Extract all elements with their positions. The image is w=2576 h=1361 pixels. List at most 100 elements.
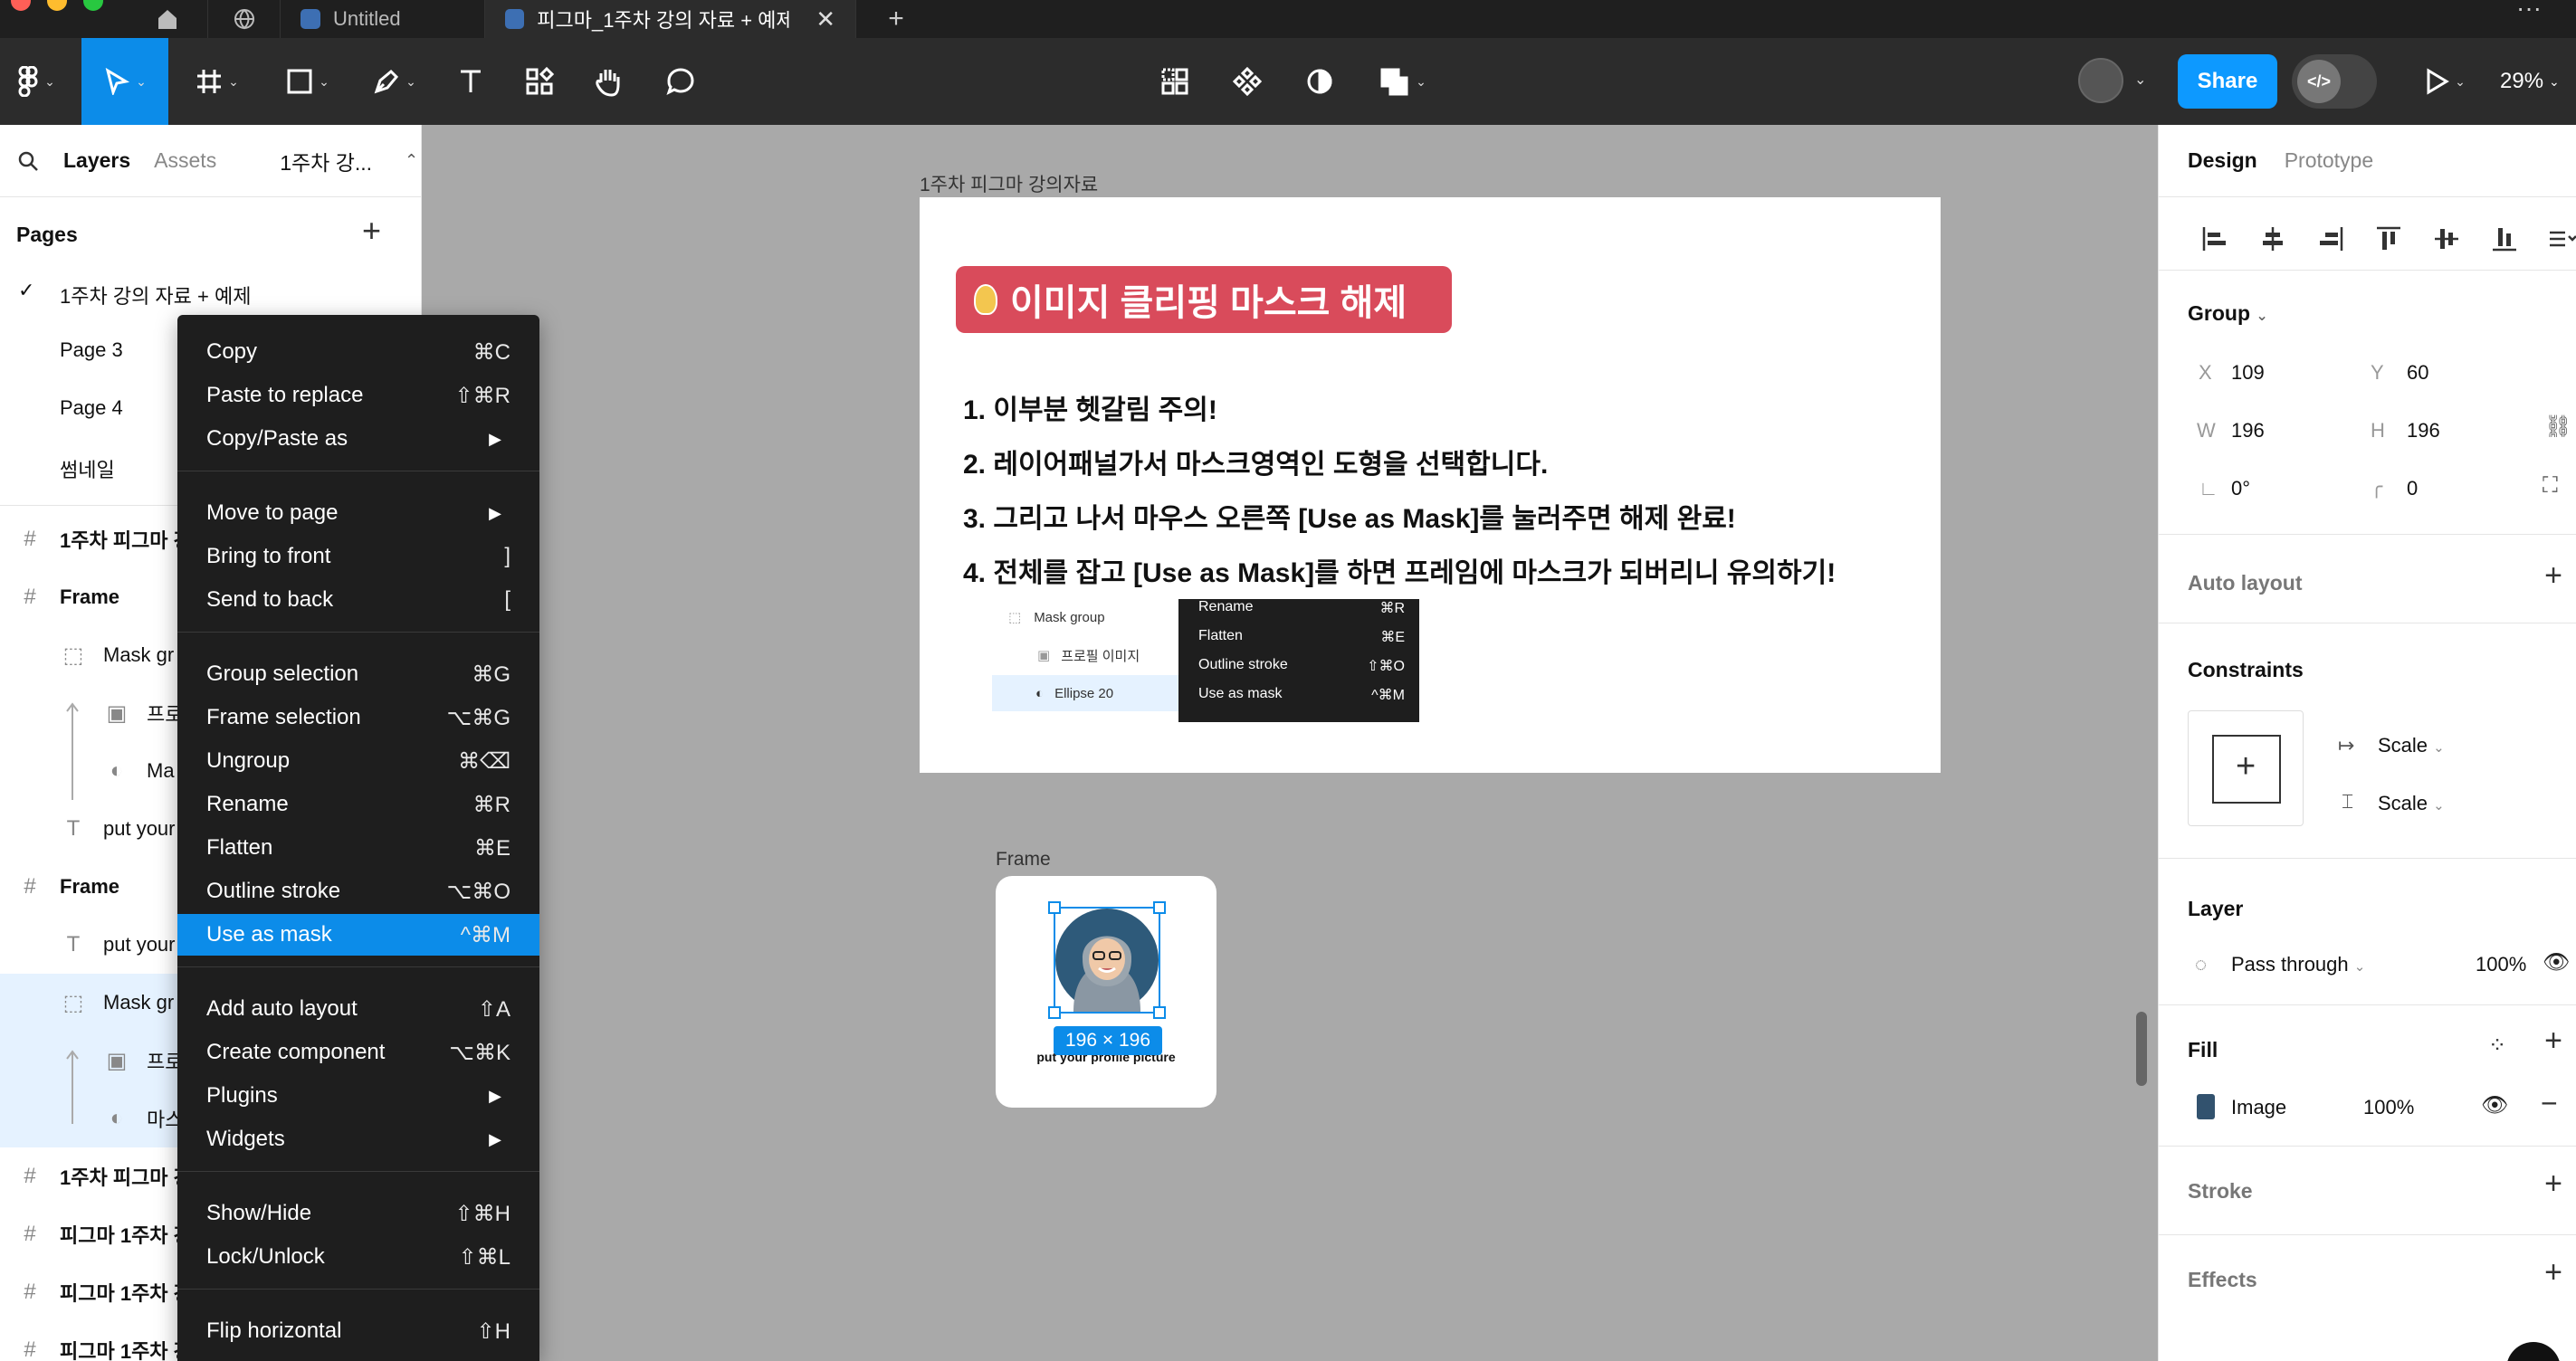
- new-tab-button[interactable]: +: [869, 0, 923, 38]
- comment-tool-button[interactable]: [654, 38, 708, 125]
- community-tab[interactable]: [208, 0, 281, 38]
- menu-item-send-to-back[interactable]: Send to back [: [177, 579, 539, 621]
- align-middle-v-icon[interactable]: [2418, 212, 2476, 266]
- shape-tool-button[interactable]: ⌄: [272, 38, 344, 125]
- menu-item-rename[interactable]: Rename ⌘R: [177, 784, 539, 825]
- main-menu-button[interactable]: ⌄: [9, 38, 63, 125]
- fill-visibility-eye-icon[interactable]: 👁: [2481, 1092, 2508, 1118]
- y-input[interactable]: 60: [2407, 361, 2428, 385]
- menu-item-move-to-page[interactable]: Move to page ▶: [177, 492, 539, 534]
- visibility-eye-icon[interactable]: 👁: [2543, 949, 2570, 976]
- page-item[interactable]: 썸네일: [60, 454, 115, 483]
- hand-tool-button[interactable]: [581, 38, 635, 125]
- menu-item-flip-horizontal[interactable]: Flip horizontal ⇧H: [177, 1310, 539, 1352]
- text-tool-button[interactable]: [444, 38, 498, 125]
- more-options-icon[interactable]: ···: [2516, 0, 2542, 21]
- horizontal-constraint-select[interactable]: Scale ⌄: [2378, 734, 2445, 757]
- resize-handle[interactable]: [1048, 901, 1061, 914]
- dev-mode-toggle[interactable]: </>: [2292, 54, 2377, 109]
- mask-button[interactable]: [1294, 38, 1345, 125]
- resize-handle[interactable]: [1153, 901, 1166, 914]
- menu-item-copy[interactable]: Copy ⌘C: [177, 331, 539, 373]
- resize-handle[interactable]: [1048, 1006, 1061, 1019]
- fill-image-swatch[interactable]: [2197, 1094, 2215, 1119]
- menu-item-show-hide[interactable]: Show/Hide ⇧⌘H: [177, 1193, 539, 1234]
- menu-item-bring-to-front[interactable]: Bring to front]: [177, 536, 539, 577]
- menu-item-outline-stroke[interactable]: Outline stroke ⌥⌘O: [177, 871, 539, 912]
- add-effect-icon[interactable]: +: [2544, 1255, 2562, 1290]
- resources-button[interactable]: [512, 38, 567, 125]
- tab-design[interactable]: Design: [2188, 148, 2257, 173]
- tab-layers[interactable]: Layers: [63, 148, 130, 173]
- menu-item-plugins[interactable]: Plugins ▶: [177, 1075, 539, 1117]
- fill-type[interactable]: Image: [2231, 1096, 2286, 1119]
- w-input[interactable]: 196: [2231, 419, 2265, 443]
- close-tab-icon[interactable]: ✕: [816, 5, 835, 33]
- align-center-h-icon[interactable]: [2244, 212, 2302, 266]
- distribute-icon[interactable]: [2533, 212, 2576, 266]
- home-tab[interactable]: [127, 0, 208, 38]
- menu-item-widgets[interactable]: Widgets ▶: [177, 1118, 539, 1160]
- tab-prototype[interactable]: Prototype: [2285, 148, 2373, 173]
- search-icon[interactable]: [16, 149, 40, 173]
- align-right-icon[interactable]: [2302, 212, 2360, 266]
- tab-assets[interactable]: Assets: [154, 148, 216, 173]
- canvas-scrollbar[interactable]: [2136, 1012, 2147, 1086]
- component-set-button[interactable]: [1150, 38, 1200, 125]
- page-item-current[interactable]: 1주차 강의 자료 + 예제: [60, 281, 251, 309]
- close-window-button[interactable]: [11, 0, 31, 11]
- frame-tool-button[interactable]: ⌄: [181, 38, 253, 125]
- menu-item-lock-unlock[interactable]: Lock/Unlock ⇧⌘L: [177, 1236, 539, 1278]
- move-tool-button[interactable]: ⌄: [81, 38, 168, 125]
- styles-grid-icon[interactable]: ⁘: [2488, 1033, 2506, 1059]
- remove-fill-icon[interactable]: −: [2541, 1087, 2558, 1120]
- menu-item-paste-to-replace[interactable]: Paste to replace ⇧⌘R: [177, 375, 539, 416]
- create-component-button[interactable]: [1222, 38, 1273, 125]
- maximize-window-button[interactable]: [83, 0, 103, 11]
- file-tab-untitled[interactable]: Untitled: [281, 0, 485, 38]
- rotation-input[interactable]: 0°: [2231, 477, 2250, 500]
- align-bottom-icon[interactable]: [2476, 212, 2533, 266]
- add-stroke-icon[interactable]: +: [2544, 1166, 2562, 1202]
- page-selector[interactable]: 1주차 강...: [280, 146, 372, 176]
- file-tab-active[interactable]: 피그마_1주차 강의 자료 + 예제 ✕: [485, 0, 856, 38]
- vertical-constraint-select[interactable]: Scale ⌄: [2378, 792, 2445, 815]
- align-left-icon[interactable]: [2186, 212, 2244, 266]
- layer-opacity-input[interactable]: 100%: [2476, 953, 2526, 976]
- chevron-up-icon[interactable]: ⌃: [405, 151, 418, 170]
- boolean-ops-button[interactable]: ⌄: [1367, 38, 1439, 125]
- minimize-window-button[interactable]: [47, 0, 67, 11]
- resize-handle[interactable]: [1153, 1006, 1166, 1019]
- zoom-level[interactable]: 29% ⌄: [2500, 38, 2560, 125]
- pen-tool-button[interactable]: ⌄: [358, 38, 431, 125]
- x-input[interactable]: 109: [2231, 361, 2265, 385]
- menu-item-add-auto-layout[interactable]: Add auto layout ⇧A: [177, 988, 539, 1030]
- add-page-icon[interactable]: +: [362, 212, 381, 250]
- menu-item-flatten[interactable]: Flatten ⌘E: [177, 827, 539, 869]
- menu-item-frame-selection[interactable]: Frame selection ⌥⌘G: [177, 697, 539, 738]
- menu-item-ungroup[interactable]: Ungroup ⌘⌫: [177, 740, 539, 782]
- group-title[interactable]: Group ⌄: [2188, 301, 2268, 326]
- align-top-icon[interactable]: [2360, 212, 2418, 266]
- add-auto-layout-icon[interactable]: +: [2544, 558, 2562, 594]
- page-item[interactable]: Page 3: [60, 338, 123, 362]
- menu-item-copy-paste-as[interactable]: Copy/Paste as ▶: [177, 418, 539, 460]
- profile-frame[interactable]: put your profile picture 196 × 196: [996, 876, 1216, 1108]
- help-button[interactable]: [2506, 1342, 2561, 1361]
- blend-mode-select[interactable]: Pass through ⌄: [2231, 953, 2365, 976]
- independent-corners-icon[interactable]: ⛶: [2543, 473, 2558, 499]
- present-button[interactable]: ⌄: [2413, 38, 2476, 125]
- page-item[interactable]: Page 4: [60, 396, 123, 420]
- menu-item-group-selection[interactable]: Group selection ⌘G: [177, 653, 539, 695]
- corner-radius-input[interactable]: 0: [2407, 477, 2418, 500]
- chevron-down-icon[interactable]: ⌄: [2134, 71, 2146, 89]
- menu-item-create-component[interactable]: Create component ⌥⌘K: [177, 1032, 539, 1073]
- lecture-frame[interactable]: 이미지 클리핑 마스크 해제 1. 이부분 헷갈림 주의! 2. 레이어패널가서…: [920, 197, 1941, 773]
- add-fill-icon[interactable]: +: [2544, 1023, 2562, 1059]
- constrain-proportions-icon[interactable]: ⛓: [2544, 414, 2571, 440]
- profile-frame-label[interactable]: Frame: [996, 849, 1051, 871]
- user-avatar[interactable]: [2078, 58, 2123, 103]
- share-button[interactable]: Share: [2178, 54, 2277, 109]
- constraints-widget[interactable]: +: [2188, 710, 2304, 826]
- fill-opacity-input[interactable]: 100%: [2363, 1096, 2414, 1119]
